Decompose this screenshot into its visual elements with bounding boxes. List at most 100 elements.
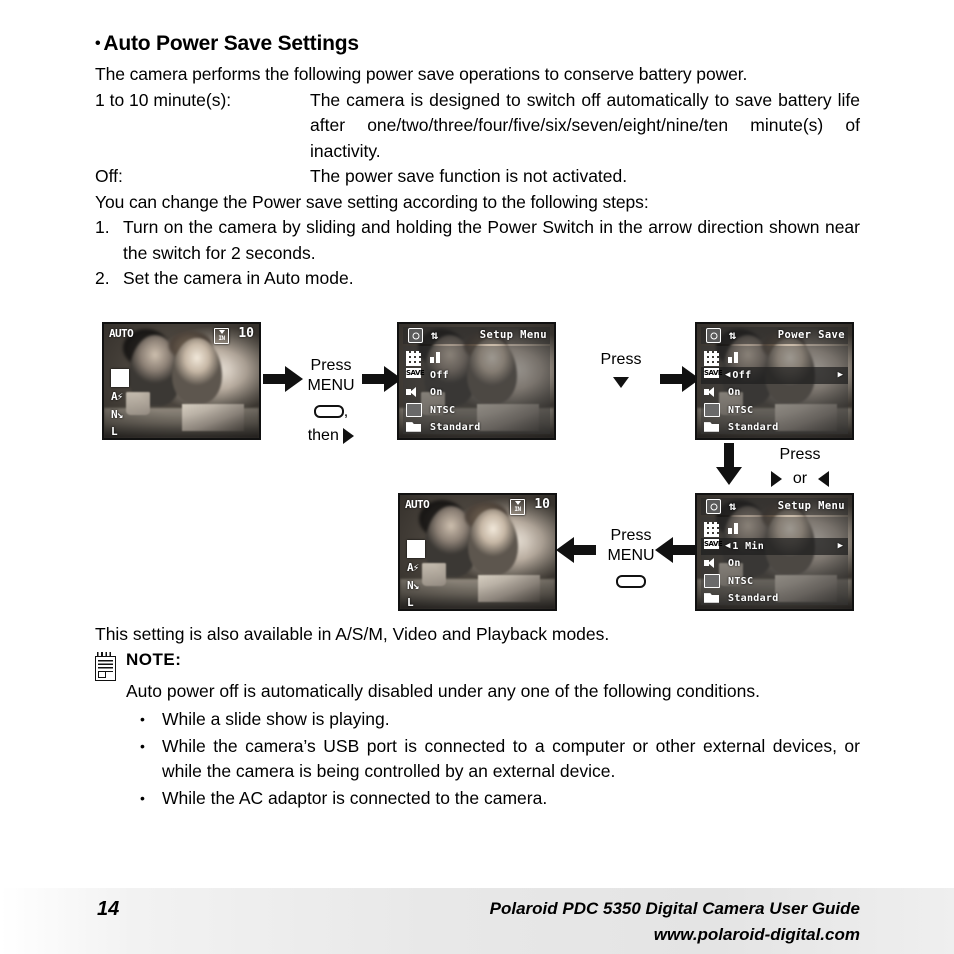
menu-row-folder[interactable]: Standard: [701, 419, 848, 437]
camera-tab-icon[interactable]: [408, 328, 423, 343]
right-arrow-glyph: [343, 427, 355, 444]
footer-url: www.polaroid-digital.com: [653, 925, 860, 944]
note-body: Auto power off is automatically disabled…: [126, 679, 860, 812]
screen-setup-menu-1min: ⇅ Setup Menu SAVE ◀ 1 Min ▶ On NTSC Stan…: [695, 493, 854, 611]
power-save-icon: SAVE: [704, 539, 723, 550]
menu-row-video-out[interactable]: NTSC: [701, 573, 848, 591]
label-line-press: Press: [310, 357, 352, 374]
resolution-icon: [704, 350, 719, 366]
label-press-left-right: Press or: [745, 445, 855, 489]
notepad-icon: [95, 651, 116, 681]
screen-power-save: ⇅ Power Save SAVE ◀ Off ▶ On NTSC Standa…: [695, 322, 854, 440]
quality-normal-icon: N↘: [407, 579, 419, 592]
label-press-menu-back: Press MENU: [592, 526, 670, 592]
note-list: • While a slide show is playing. • While…: [140, 707, 860, 811]
page-number: 14: [97, 898, 120, 920]
menu-row-resolution[interactable]: [701, 520, 848, 538]
folder-icon: [704, 593, 719, 603]
menu-value-power-save: Off: [732, 369, 752, 381]
menu-row-folder[interactable]: Standard: [701, 590, 848, 608]
osd-overlay: AUTO IN 10 A⚡ N↘ L: [104, 324, 259, 438]
footer-title: Polaroid PDC 5350 Digital Camera User Gu…: [489, 899, 860, 918]
shots-remaining: 10: [238, 326, 254, 341]
quality-normal-icon: N↘: [111, 408, 123, 421]
screen-setup-menu: ⇅ Setup Menu SAVE Off On NTSC Standard: [397, 322, 556, 440]
shots-remaining: 10: [534, 497, 550, 512]
menu-rows: SAVE ◀ 1 Min ▶ On NTSC Standard: [701, 517, 848, 605]
definition-desc: The camera is designed to switch off aut…: [310, 89, 860, 161]
resolution-bars-icon: [430, 352, 440, 364]
menu-row-power-save[interactable]: SAVE Off: [403, 367, 550, 385]
menu-row-folder[interactable]: Standard: [403, 419, 550, 437]
increment-arrow-icon[interactable]: ▶: [838, 541, 843, 551]
video-out-icon: [704, 574, 720, 589]
label-press-menu-then: Press MENU , then: [292, 356, 370, 446]
workflow-diagram: AUTO IN 10 A⚡ N↘ L Press MENU , then ⇅ S…: [0, 318, 954, 618]
menu-title: Setup Menu: [479, 329, 547, 341]
menu-row-sound[interactable]: On: [403, 384, 550, 402]
camera-tab-icon[interactable]: [706, 499, 721, 514]
note-item-text: While the AC adaptor is connected to the…: [162, 787, 548, 808]
resolution-bars-icon: [728, 523, 738, 535]
note-item-text: While the camera’s USB port is connected…: [162, 735, 860, 782]
menu-row-video-out[interactable]: NTSC: [701, 402, 848, 420]
menu-title: Setup Menu: [777, 500, 845, 512]
menu-row-video-out[interactable]: NTSC: [403, 402, 550, 420]
internal-memory-icon: IN: [510, 499, 525, 515]
page-content: • Auto Power Save Settings The camera per…: [95, 32, 860, 292]
menu-row-resolution[interactable]: [701, 349, 848, 367]
folder-icon: [704, 422, 719, 432]
left-right-arrow-glyphs: or: [745, 469, 855, 489]
menu-rows: SAVE ◀ Off ▶ On NTSC Standard: [701, 346, 848, 434]
sound-icon: [704, 557, 717, 569]
note-paragraph: Auto power off is automatically disabled…: [126, 680, 760, 701]
sound-icon: [704, 386, 717, 398]
size-large-icon: L: [407, 596, 414, 609]
menu-value-video-out: NTSC: [728, 575, 754, 587]
menu-row-power-save-selected[interactable]: SAVE ◀ Off ▶: [701, 366, 848, 384]
resolution-bars-icon: [728, 352, 738, 364]
menu-row-power-save-selected[interactable]: SAVE ◀ 1 Min ▶: [701, 537, 848, 555]
label-line-then: then: [292, 426, 370, 446]
note-section: This setting is also available in A/S/M,…: [95, 622, 860, 812]
intro-paragraph: The camera performs the following power …: [95, 64, 748, 84]
menu-value-power-save: 1 Min: [732, 540, 765, 552]
increment-arrow-icon[interactable]: ▶: [838, 370, 843, 380]
menu-button-glyph: ,: [292, 402, 370, 422]
list-bullet: •: [140, 711, 145, 727]
flow-arrow-right-2: [362, 366, 402, 392]
definition-row-minutes: 1 to 10 minute(s): The camera is designe…: [95, 88, 860, 165]
menu-row-resolution[interactable]: [403, 349, 550, 367]
note-title: NOTE:: [126, 649, 182, 669]
mode-indicator: AUTO: [405, 498, 430, 511]
step-number: 2.: [95, 268, 110, 288]
footer-text: Polaroid PDC 5350 Digital Camera User Gu…: [490, 896, 860, 948]
setup-tab-icon[interactable]: ⇅: [428, 329, 441, 342]
setup-tab-icon[interactable]: ⇅: [726, 500, 739, 513]
decrement-arrow-icon[interactable]: ◀: [725, 370, 730, 380]
menu-overlay: ⇅ Setup Menu SAVE ◀ 1 Min ▶ On NTSC Stan…: [697, 495, 852, 609]
list-bullet: •: [140, 789, 145, 806]
screen-live-view-top: AUTO IN 10 A⚡ N↘ L: [102, 322, 261, 440]
flow-arrow-left-2: [556, 537, 596, 563]
title-bullet: •: [95, 35, 101, 52]
menu-overlay: ⇅ Power Save SAVE ◀ Off ▶ On NTSC Standa…: [697, 324, 852, 438]
setup-tab-icon[interactable]: ⇅: [726, 329, 739, 342]
resolution-icon: [704, 521, 719, 537]
decrement-arrow-icon[interactable]: ◀: [725, 541, 730, 551]
menu-value-video-out: NTSC: [430, 404, 456, 416]
right-arrow-glyph: [771, 470, 783, 487]
label-line-press: Press: [779, 446, 821, 463]
definition-desc: The power save function is not activated…: [310, 166, 628, 186]
availability-text: This setting is also available in A/S/M,…: [95, 624, 610, 644]
camera-tab-icon[interactable]: [706, 328, 721, 343]
title-text: Auto Power Save Settings: [103, 32, 359, 55]
menu-value-sound: On: [728, 558, 741, 570]
note-item-text: While a slide show is playing.: [162, 709, 390, 729]
mode-indicator: AUTO: [109, 327, 134, 340]
menu-button-glyph: [592, 572, 670, 592]
menu-rows: SAVE Off On NTSC Standard: [403, 346, 550, 434]
menu-row-sound[interactable]: On: [701, 555, 848, 573]
menu-row-sound[interactable]: On: [701, 384, 848, 402]
definition-term: 1 to 10 minute(s):: [95, 89, 232, 110]
